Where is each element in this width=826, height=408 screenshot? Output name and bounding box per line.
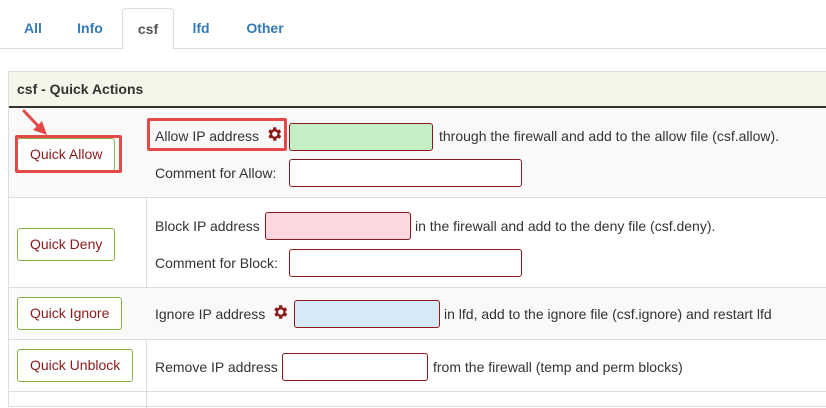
allow-comment-input[interactable] — [289, 159, 522, 187]
block-comment-input[interactable] — [289, 249, 522, 277]
ignore-description: in lfd, add to the ignore file (csf.igno… — [444, 306, 772, 322]
quick-allow-button[interactable]: Quick Allow — [17, 138, 116, 171]
quick-deny-row: Quick Deny Block IP address in the firew… — [9, 198, 826, 288]
allow-description: through the firewall and add to the allo… — [439, 128, 780, 144]
gear-icon[interactable] — [271, 303, 289, 321]
panel-title: csf - Quick Actions — [17, 81, 144, 97]
tab-info[interactable]: Info — [62, 8, 118, 50]
block-ip-label: Block IP address — [155, 218, 260, 234]
block-comment-label: Comment for Block: — [155, 255, 278, 271]
allow-comment-label: Comment for Allow: — [155, 165, 277, 181]
panel-header: csf - Quick Actions — [9, 72, 826, 108]
quick-ignore-row: Quick Ignore Ignore IP address in lfd, a… — [9, 288, 826, 340]
remove-ip-label: Remove IP address — [155, 359, 278, 375]
ignore-ip-label: Ignore IP address — [155, 306, 266, 322]
block-ip-input[interactable] — [265, 212, 411, 240]
quick-allow-row: Quick Allow Allow IP address through the… — [9, 108, 826, 198]
unblock-description: from the firewall (temp and perm blocks) — [433, 359, 683, 375]
quick-unblock-button[interactable]: Quick Unblock — [17, 349, 134, 382]
remove-ip-input[interactable] — [282, 353, 428, 381]
ignore-ip-input[interactable] — [294, 300, 440, 328]
allow-ip-label: Allow IP address — [155, 128, 260, 144]
quick-actions-panel: csf - Quick Actions Quick Allow Allow IP… — [8, 71, 826, 408]
deny-description: in the firewall and add to the deny file… — [415, 218, 716, 234]
tab-lfd[interactable]: lfd — [180, 8, 222, 50]
tab-csf[interactable]: csf — [122, 8, 174, 50]
quick-unblock-row: Quick Unblock Remove IP address from the… — [9, 340, 826, 392]
red-arrow-annotation — [22, 109, 47, 135]
tab-all[interactable]: All — [10, 8, 56, 50]
quick-deny-button[interactable]: Quick Deny — [17, 228, 116, 261]
allow-ip-input[interactable] — [289, 123, 433, 151]
quick-ignore-button[interactable]: Quick Ignore — [17, 297, 123, 330]
tab-bar: All Info csf lfd Other — [0, 0, 826, 50]
gear-icon[interactable] — [265, 125, 283, 143]
tab-other[interactable]: Other — [232, 8, 298, 50]
